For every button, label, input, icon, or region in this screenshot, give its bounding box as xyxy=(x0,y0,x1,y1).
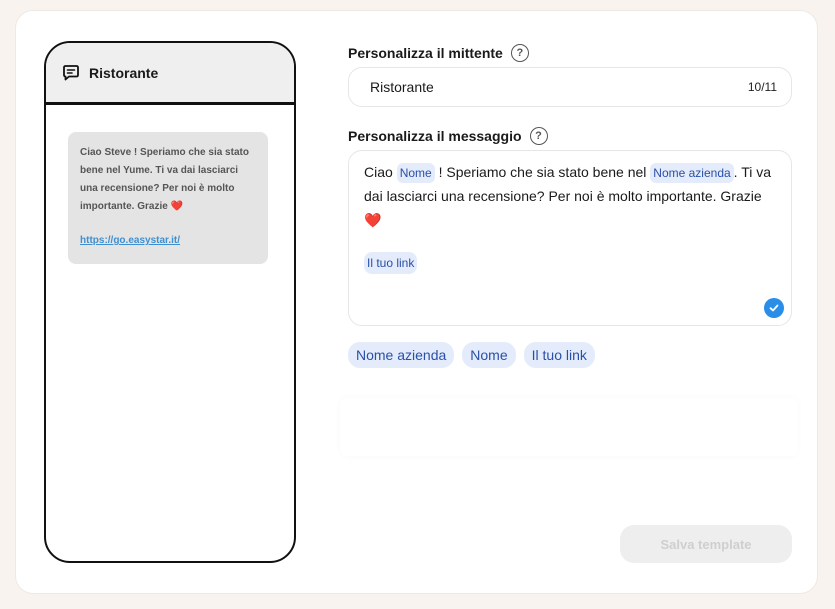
question-circle-icon[interactable]: ? xyxy=(529,127,548,145)
phone-sender-name: Ristorante xyxy=(89,64,159,81)
sms-preview-text: Ciao Steve ! Speriamo che sia stato bene… xyxy=(80,147,249,212)
sender-char-counter: 10/11 xyxy=(747,80,777,94)
message-label-row: Personalizza il messaggio ? xyxy=(348,127,548,145)
insert-company-tag[interactable]: Nome azienda xyxy=(348,342,455,368)
save-template-button[interactable]: Salva template xyxy=(620,525,792,563)
message-text-segment: ! Speriamo che sia stato bene nel xyxy=(438,164,647,180)
variable-tags: Nome azienda Nome Il tuo link xyxy=(348,342,595,368)
insert-name-tag[interactable]: Nome xyxy=(462,342,516,368)
sender-label-row: Personalizza il mittente ? xyxy=(348,44,529,62)
message-editor[interactable]: Ciao Nome ! Speriamo che sia stato bene … xyxy=(348,150,792,326)
sms-preview-bubble: Ciao Steve ! Speriamo che sia stato bene… xyxy=(68,132,268,264)
chat-bubble-icon xyxy=(61,63,81,83)
check-circle-icon xyxy=(764,298,784,318)
insert-link-tag[interactable]: Il tuo link xyxy=(523,342,595,368)
heart-emoji: ❤️ xyxy=(170,201,184,212)
heart-emoji: ❤️ xyxy=(364,212,382,228)
empty-panel xyxy=(340,398,798,456)
message-editor-content[interactable]: Ciao Nome ! Speriamo che sia stato bene … xyxy=(364,160,777,232)
message-text-segment: Ciao xyxy=(364,164,393,180)
question-circle-icon[interactable]: ? xyxy=(510,44,529,62)
message-label: Personalizza il messaggio xyxy=(348,128,522,144)
variable-chip-name[interactable]: Nome xyxy=(396,163,435,183)
sms-preview-link[interactable]: https://go.easystar.it/ xyxy=(80,232,256,250)
phone-preview: Ristorante Ciao Steve ! Speriamo che sia… xyxy=(44,41,296,563)
sender-input-value[interactable]: Ristorante xyxy=(370,79,748,95)
phone-header: Ristorante xyxy=(46,43,294,105)
variable-chip-link[interactable]: Il tuo link xyxy=(364,252,418,274)
sender-input[interactable]: Ristorante 10/11 xyxy=(348,67,792,107)
sender-label: Personalizza il mittente xyxy=(348,45,503,61)
variable-chip-company[interactable]: Nome azienda xyxy=(650,163,734,183)
